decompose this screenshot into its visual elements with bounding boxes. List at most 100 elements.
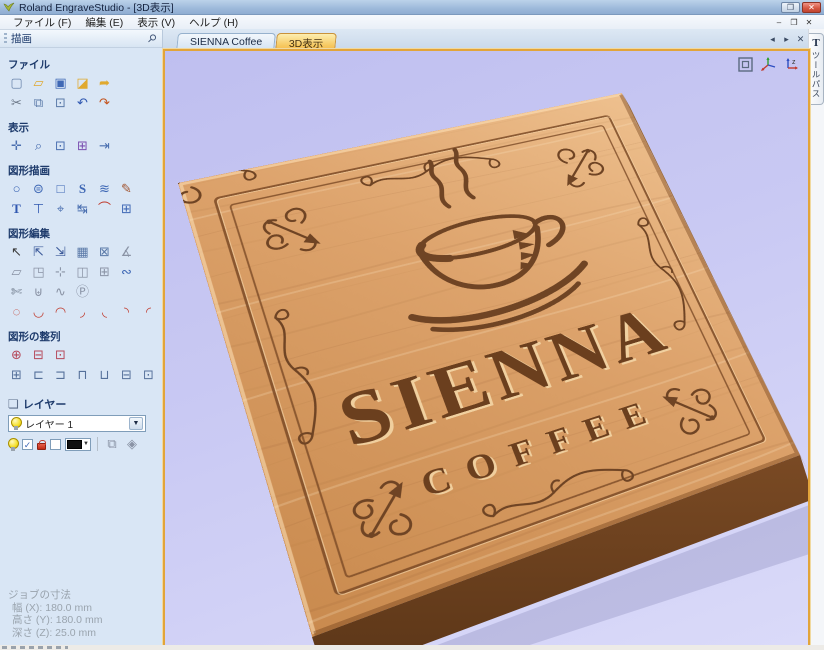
tab-3d-view[interactable]: 3D表示 (275, 33, 337, 51)
layer-dropdown-value: レイヤー 1 (25, 416, 125, 431)
menu-file[interactable]: ファイル (F) (6, 15, 78, 30)
zoom-page-icon[interactable]: ⊡ (52, 138, 69, 155)
layer-lock-checkbox[interactable] (50, 439, 61, 450)
resize-tool-icon[interactable]: ◳ (30, 264, 47, 281)
save-file-icon[interactable]: ▣ (52, 75, 69, 92)
arc-node-6-icon[interactable]: ◜ (140, 304, 157, 321)
text-arc-tool-icon[interactable]: ⌒ (96, 201, 113, 218)
align-h-icon[interactable]: ⊟ (118, 367, 135, 384)
ellipse-tool-icon[interactable]: ⊜ (30, 181, 47, 198)
close-button[interactable]: ✕ (802, 2, 821, 13)
panel-header: 描画 ⚲ (0, 30, 162, 48)
align-v-icon[interactable]: ⊡ (140, 367, 157, 384)
paste-icon[interactable]: ⊡ (52, 95, 69, 112)
z-axis-view-icon[interactable]: z (783, 56, 800, 73)
align-center-h-icon[interactable]: ⊟ (30, 347, 47, 364)
measure-tool-icon[interactable]: ∡ (118, 244, 135, 261)
layers-stack-icon: ❏ (8, 397, 19, 411)
undo-icon[interactable]: ↶ (74, 95, 91, 112)
align-right-icon[interactable]: ⊐ (52, 367, 69, 384)
text-tool-icon[interactable]: T (8, 201, 25, 218)
job-dimensions: ジョブの寸法 幅 (X): 180.0 mm 高さ (Y): 180.0 mm … (8, 589, 102, 639)
layer-visibility-bulb-icon[interactable] (8, 438, 18, 451)
tab-scroll-right-icon[interactable]: ▸ (782, 34, 791, 45)
center-tool-icon[interactable]: ⊹ (52, 264, 69, 281)
tool-row: ⊕ ⊟ ⊡ (8, 346, 162, 365)
block-pattern-tool-icon[interactable]: ⊞ (118, 201, 135, 218)
menu-help[interactable]: ヘルプ (H) (182, 15, 245, 30)
menu-edit[interactable]: 編集 (E) (78, 15, 130, 30)
select-move-icon[interactable]: ⇲ (52, 244, 69, 261)
export-file-icon[interactable]: ➦ (96, 75, 113, 92)
knife-tool-icon[interactable]: ✄ (8, 284, 25, 301)
text-kerning-tool-icon[interactable]: ↹ (74, 201, 91, 218)
image-tool-icon[interactable]: ▦ (74, 244, 91, 261)
copy-icon[interactable]: ⧉ (30, 95, 47, 112)
window-title: Roland EngraveStudio - [3D表示] (19, 0, 779, 15)
align-page-center-icon[interactable]: ⊞ (8, 367, 25, 384)
rotate-view-icon[interactable] (760, 56, 777, 73)
align-center-v-icon[interactable]: ⊡ (52, 347, 69, 364)
polyline-tool-icon[interactable]: ≋ (96, 181, 113, 198)
arc-node-1-icon[interactable]: ◡ (30, 304, 47, 321)
join-tool-icon[interactable]: ∾ (118, 264, 135, 281)
layer-color-swatch[interactable]: ▼ (65, 438, 91, 451)
import-file-icon[interactable]: ◪ (74, 75, 91, 92)
lock-icon[interactable] (37, 443, 46, 450)
toolpath-icon: T (812, 37, 819, 49)
weld-tool-icon[interactable]: ⊎ (30, 284, 47, 301)
3d-viewport[interactable]: SIENNA SIENNA COFFEE COFFEE z (165, 51, 808, 645)
restore-button[interactable]: ❐ (781, 2, 800, 13)
p-tool-icon[interactable]: Ⓟ (74, 284, 91, 301)
select-scale-icon[interactable]: ⇱ (30, 244, 47, 261)
redo-icon[interactable]: ↷ (96, 95, 113, 112)
layer-heading: レイヤー (23, 396, 67, 412)
skew-tool-icon[interactable]: ▱ (8, 264, 25, 281)
node-edit-icon[interactable]: ◌ (8, 304, 25, 321)
arc-node-3-icon[interactable]: ◞ (74, 304, 91, 321)
new-layer-icon[interactable]: ⧉ (104, 436, 120, 452)
array-tool-icon[interactable]: ⊞ (96, 264, 113, 281)
cut-icon[interactable]: ✂ (8, 95, 25, 112)
align-left-icon[interactable]: ⊏ (30, 367, 47, 384)
align-center-both-icon[interactable]: ⊕ (8, 347, 25, 364)
delete-tool-icon[interactable]: ⊠ (96, 244, 113, 261)
arc-node-4-icon[interactable]: ◟ (96, 304, 113, 321)
tab-close-icon[interactable]: ✕ (796, 34, 805, 45)
text-select-tool-icon[interactable]: ⌖ (52, 201, 69, 218)
new-file-icon[interactable]: ▢ (8, 75, 25, 92)
fit-view-icon[interactable] (737, 56, 754, 73)
curve-tool-icon[interactable]: S (74, 181, 91, 198)
pan-tool-icon[interactable]: ✛ (8, 138, 25, 155)
zoom-rect-icon[interactable]: ⊞ (74, 138, 91, 155)
layer-section: ❏ レイヤー レイヤー 1 ▼ ✓ ▼ ⧉ ◈ (0, 386, 162, 452)
circle-tool-icon[interactable]: ○ (8, 181, 25, 198)
chevron-down-icon[interactable]: ▼ (129, 417, 143, 430)
arc-node-2-icon[interactable]: ◠ (52, 304, 69, 321)
document-tab-bar: SIENNA Coffee 3D表示 ◂ ▸ ✕ (163, 29, 808, 51)
mdi-minimize-button[interactable]: – (774, 18, 784, 27)
select-tool-icon[interactable]: ↖ (8, 244, 25, 261)
align-bottom-icon[interactable]: ⊔ (96, 367, 113, 384)
toolpath-panel-tab[interactable]: T ツールパス (809, 33, 824, 105)
tab-sienna-coffee[interactable]: SIENNA Coffee (176, 33, 276, 51)
text-frame-tool-icon[interactable]: ⊤ (30, 201, 47, 218)
zoom-tool-icon[interactable]: ⌕ (30, 138, 47, 155)
tab-scroll-left-icon[interactable]: ◂ (768, 34, 777, 45)
layer-dropdown[interactable]: レイヤー 1 ▼ (8, 415, 146, 432)
panel-drag-handle[interactable] (4, 33, 7, 45)
zoom-selected-icon[interactable]: ⇥ (96, 138, 113, 155)
mirror-tool-icon[interactable]: ◫ (74, 264, 91, 281)
smooth-tool-icon[interactable]: ∿ (52, 284, 69, 301)
job-width: 幅 (X): 180.0 mm (8, 602, 102, 615)
arc-node-5-icon[interactable]: ◝ (118, 304, 135, 321)
rectangle-tool-icon[interactable]: □ (52, 181, 69, 198)
mdi-restore-button[interactable]: ❐ (789, 18, 799, 27)
layer-visible-checkbox[interactable]: ✓ (22, 439, 33, 450)
align-top-icon[interactable]: ⊓ (74, 367, 91, 384)
open-folder-icon[interactable]: ▱ (30, 75, 47, 92)
freehand-tool-icon[interactable]: ✎ (118, 181, 135, 198)
menu-view[interactable]: 表示 (V) (130, 15, 182, 30)
mdi-close-button[interactable]: ✕ (804, 18, 814, 27)
merge-layer-icon[interactable]: ◈ (124, 436, 140, 452)
